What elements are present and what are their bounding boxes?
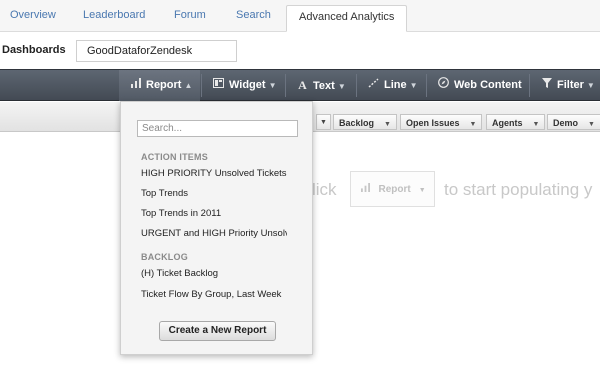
chevron-down-icon: ▼ (469, 121, 477, 128)
filter-label: Backlog (339, 118, 375, 128)
report-search-input[interactable] (137, 120, 298, 137)
text-label: Text (313, 80, 335, 92)
chevron-down-icon: ▼ (588, 121, 595, 128)
chevron-down-icon: ▼ (384, 121, 391, 128)
filter-dropdown-arrow[interactable]: ▼ (316, 114, 331, 130)
chevron-down-icon: ▼ (418, 187, 426, 194)
dashboard-name-field[interactable]: GoodDataforZendesk (76, 40, 237, 62)
web-content-label: Web Content (454, 79, 522, 91)
toolbar-divider (285, 74, 286, 97)
top-nav: Overview Leaderboard Forum Search Advanc… (0, 0, 600, 32)
widget-menu-button[interactable]: Widget ▼ (212, 70, 276, 101)
report-item[interactable]: Ticket Flow By Group, Last Week (141, 289, 287, 300)
filter-demo[interactable]: Demo ▼ (547, 114, 600, 130)
bar-chart-icon (129, 70, 142, 101)
empty-state-hint-prefix: lick (312, 180, 337, 199)
line-menu-button[interactable]: Line ▼ (367, 70, 418, 101)
filter-backlog[interactable]: Backlog ▼ (333, 114, 397, 130)
hint-report-button: Report ▼ (350, 171, 435, 207)
toolbar-divider (529, 74, 530, 97)
caret-down-icon: ▼ (586, 81, 595, 90)
dashboards-label: Dashboards (2, 44, 66, 56)
tab-leaderboard[interactable]: Leaderboard (83, 9, 145, 21)
caret-down-icon: ▼ (337, 82, 346, 91)
report-item[interactable]: (H) Ticket Backlog (141, 268, 287, 279)
filter-label: Demo (553, 118, 579, 128)
report-item[interactable]: URGENT and HIGH Priority Unsolved (141, 228, 287, 239)
empty-state-hint-suffix: to start populating y (444, 180, 593, 199)
filter-label: Open Issues (406, 118, 460, 128)
tab-search[interactable]: Search (236, 9, 271, 21)
report-dropdown: ACTION ITEMS HIGH PRIORITY Unsolved Tick… (120, 101, 313, 355)
filter-label: Filter (557, 79, 584, 91)
tab-overview[interactable]: Overview (10, 9, 56, 21)
caret-down-icon: ▼ (268, 81, 277, 90)
widget-label: Widget (229, 79, 266, 91)
hint-report-label: Report (378, 184, 411, 195)
report-label: Report (146, 79, 182, 91)
report-menu-button[interactable]: Report ▲ (119, 70, 200, 101)
dashboard-toolbar: Report ▲ Widget ▼ A Text ▼ Line ▼ Web Content… (0, 69, 600, 101)
funnel-icon (540, 70, 553, 101)
toolbar-divider (426, 74, 427, 97)
toolbar-divider (201, 74, 202, 97)
compass-icon (437, 70, 450, 101)
section-action-items: ACTION ITEMS (141, 152, 208, 162)
text-icon: A (298, 78, 307, 92)
line-label: Line (384, 79, 407, 91)
filter-label: Agents (492, 118, 523, 128)
web-content-button[interactable]: Web Content (437, 70, 522, 101)
filter-menu-button[interactable]: Filter ▼ (540, 70, 595, 101)
report-item[interactable]: HIGH PRIORITY Unsolved Tickets (141, 168, 287, 179)
tab-forum[interactable]: Forum (174, 9, 206, 21)
text-menu-button[interactable]: A Text ▼ (296, 70, 346, 101)
report-item[interactable]: Top Trends (141, 188, 287, 199)
caret-down-icon: ▼ (409, 81, 418, 90)
line-icon (367, 70, 380, 101)
create-new-report-button[interactable]: Create a New Report (159, 321, 276, 341)
filter-agents[interactable]: Agents ▼ (486, 114, 546, 130)
section-backlog: BACKLOG (141, 252, 188, 262)
toolbar-divider (356, 74, 357, 97)
bar-chart-icon (361, 183, 373, 194)
report-item[interactable]: Top Trends in 2011 (141, 208, 287, 219)
caret-up-icon: ▲ (184, 81, 193, 90)
filter-open-issues[interactable]: Open Issues ▼ (400, 114, 483, 130)
chevron-down-icon: ▼ (532, 121, 540, 128)
dashboards-row: Dashboards GoodDataforZendesk (0, 33, 600, 69)
tab-advanced-analytics[interactable]: Advanced Analytics (286, 5, 408, 32)
widget-icon (212, 70, 225, 101)
